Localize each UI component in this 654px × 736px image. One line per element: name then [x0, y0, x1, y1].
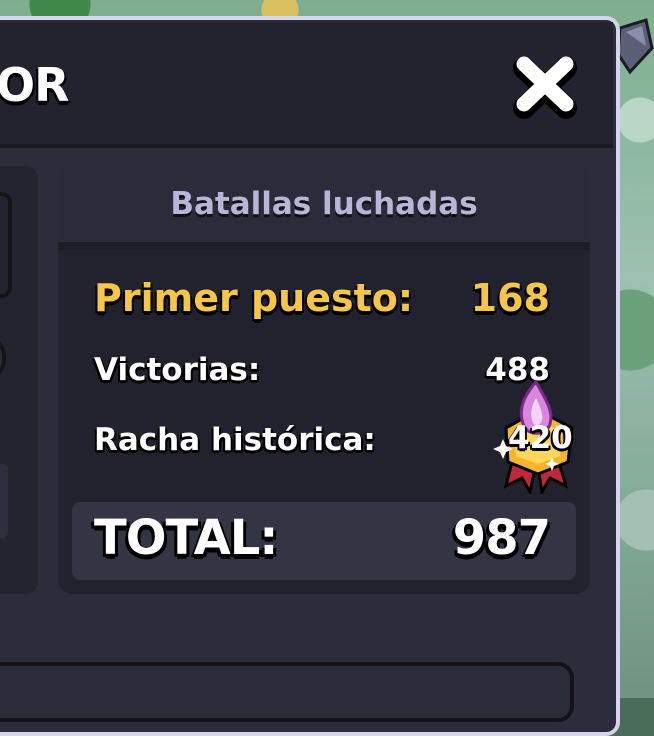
- left-card-slot: [0, 192, 12, 298]
- victories-label: Victorias:: [94, 352, 261, 388]
- first-place-value: 168: [470, 276, 550, 320]
- first-place-row: Primer puesto: 168: [94, 276, 550, 326]
- panel-title: OR: [0, 58, 70, 112]
- best-streak-value: 420: [508, 420, 573, 456]
- victories-row: Victorias: 488: [94, 352, 550, 392]
- total-row: TOTAL: 987: [72, 502, 576, 580]
- bottom-action-button[interactable]: [0, 662, 574, 722]
- gem-icon: [616, 18, 654, 75]
- best-streak-row: Racha histórica:: [94, 422, 550, 462]
- battles-fought-title: Batallas luchadas: [170, 186, 478, 222]
- total-value: 987: [452, 510, 551, 566]
- close-icon: [513, 56, 577, 119]
- best-streak-label: Racha histórica:: [94, 422, 376, 458]
- close-button[interactable]: [510, 52, 580, 120]
- left-card-slot: [0, 464, 8, 538]
- battles-fought-header: Batallas luchadas: [58, 166, 590, 250]
- first-place-label: Primer puesto:: [94, 276, 414, 320]
- total-label: TOTAL:: [94, 510, 278, 566]
